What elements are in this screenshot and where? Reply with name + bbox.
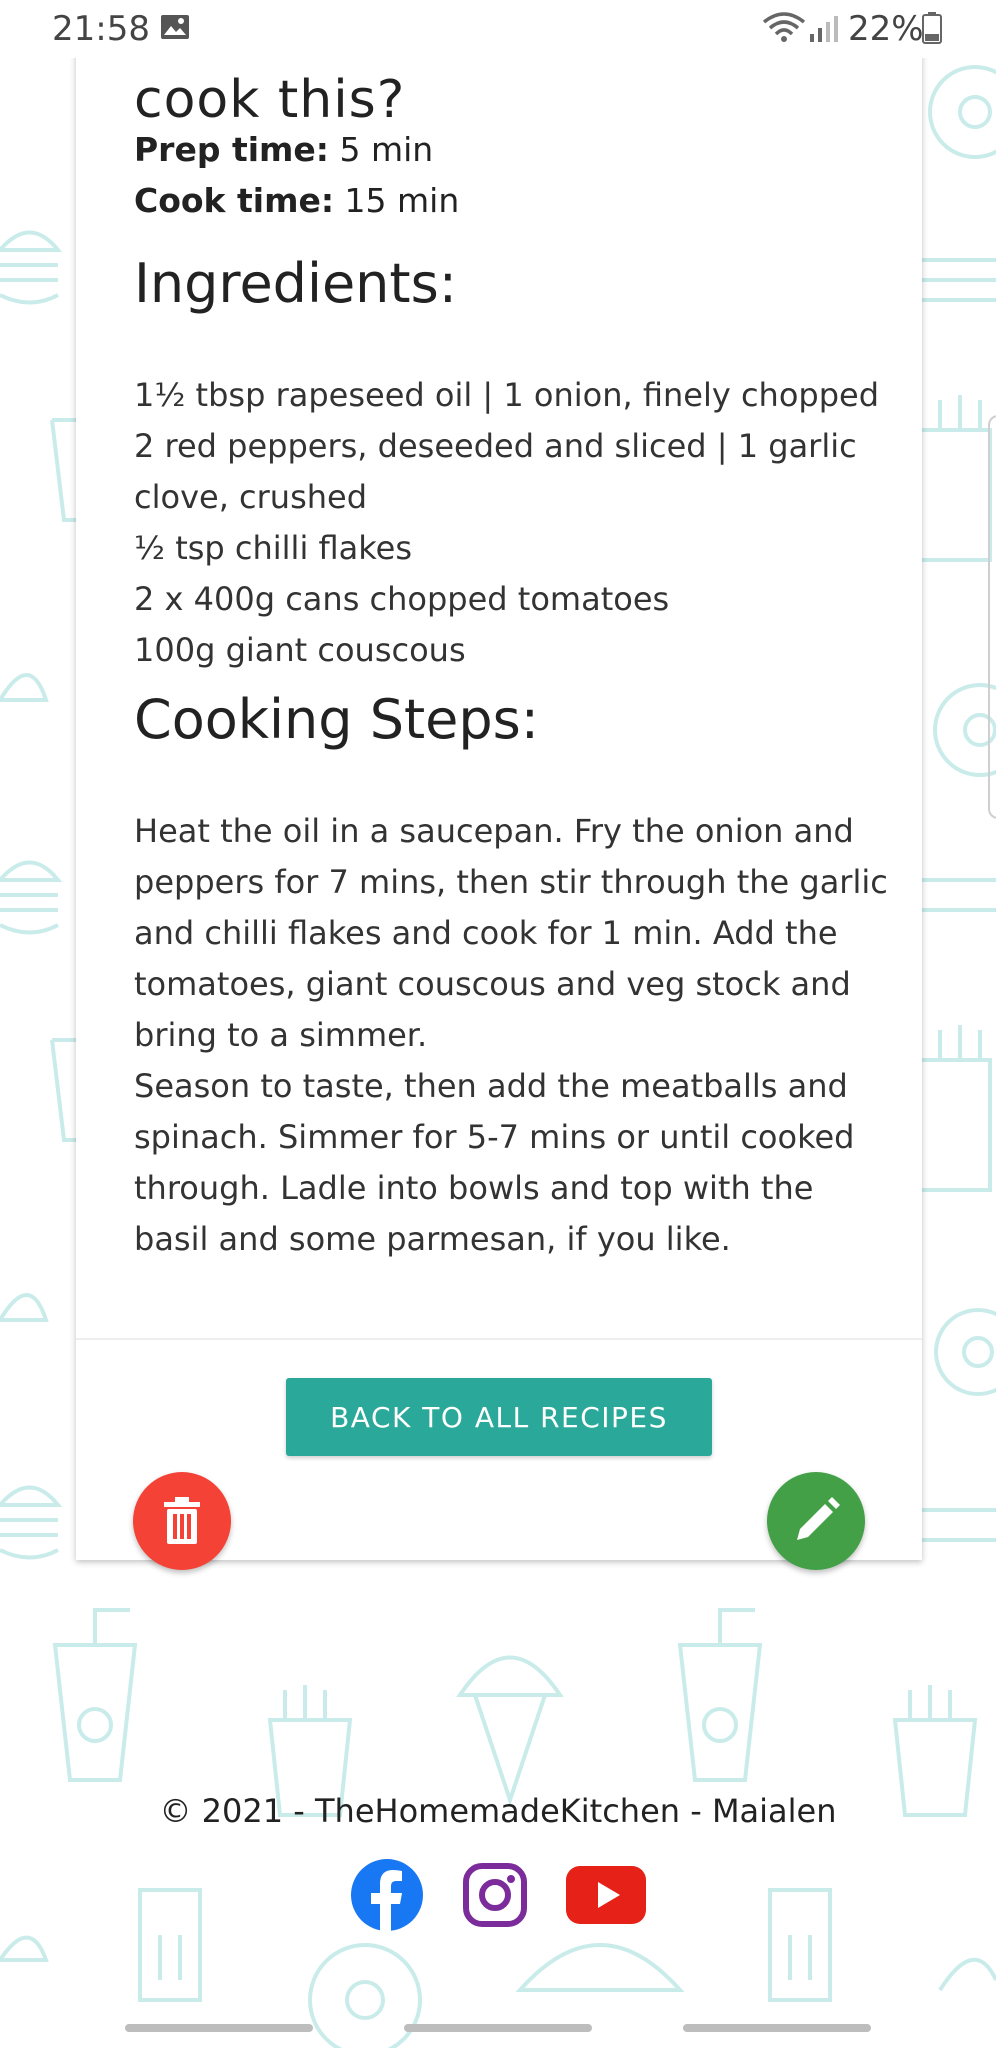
copyright-text: © 2021 - TheHomemadeKitchen - Maialen <box>159 1792 837 1830</box>
ingredient-item: 1½ tbsp rapeseed oil | 1 onion, finely c… <box>134 376 880 414</box>
edge-panel-handle[interactable] <box>988 415 996 819</box>
edit-recipe-button[interactable] <box>767 1472 865 1570</box>
ingredient-item: ½ tsp chilli flakes <box>134 529 413 567</box>
cook-time-label: Cook time: <box>134 181 335 220</box>
nav-bar-left[interactable] <box>125 2024 313 2032</box>
recipe-card: cook this? Prep time: 5 min Cook time: 1… <box>76 40 922 1560</box>
recipe-times: Prep time: 5 min Cook time: 15 min <box>134 124 459 226</box>
battery-icon <box>922 12 942 44</box>
nav-bar-right[interactable] <box>683 2024 871 2032</box>
status-bar: 21:58 22% <box>0 0 996 58</box>
wifi-icon <box>762 12 806 42</box>
ingredient-item: 2 red peppers, deseeded and sliced | 1 g… <box>134 427 857 516</box>
gallery-notification-icon <box>161 15 189 39</box>
clock: 21:58 <box>52 9 150 49</box>
recipe-heading: cook this? <box>134 70 406 130</box>
trash-icon <box>164 1497 200 1544</box>
pencil-icon <box>797 1497 840 1540</box>
prep-time-label: Prep time: <box>134 130 330 169</box>
cook-time-value: 15 min <box>334 181 460 220</box>
prep-time-value: 5 min <box>329 130 434 169</box>
cook-time: Cook time: 15 min <box>134 175 459 226</box>
youtube-icon[interactable] <box>566 1866 646 1924</box>
back-to-all-recipes-button[interactable]: BACK TO ALL RECIPES <box>286 1378 712 1456</box>
cooking-step: Heat the oil in a saucepan. Fry the onio… <box>134 812 888 1054</box>
instagram-icon[interactable] <box>462 1862 528 1928</box>
battery-percentage: 22% <box>848 9 924 49</box>
nav-bar-home[interactable] <box>404 2024 592 2032</box>
ingredient-item: 2 x 400g cans chopped tomatoes <box>134 580 670 618</box>
ingredients-title: Ingredients: <box>134 252 457 315</box>
ingredient-item: 100g giant couscous <box>134 631 466 669</box>
prep-time: Prep time: 5 min <box>134 124 459 175</box>
card-divider <box>76 1338 922 1340</box>
cooking-steps: Heat the oil in a saucepan. Fry the onio… <box>134 806 894 1265</box>
cooking-steps-title: Cooking Steps: <box>134 688 539 751</box>
cellular-signal-icon <box>810 16 838 42</box>
delete-recipe-button[interactable] <box>133 1472 231 1570</box>
ingredients-list: 1½ tbsp rapeseed oil | 1 onion, finely c… <box>134 370 894 676</box>
facebook-icon[interactable] <box>350 1858 424 1932</box>
cooking-step: Season to taste, then add the meatballs … <box>134 1067 855 1258</box>
